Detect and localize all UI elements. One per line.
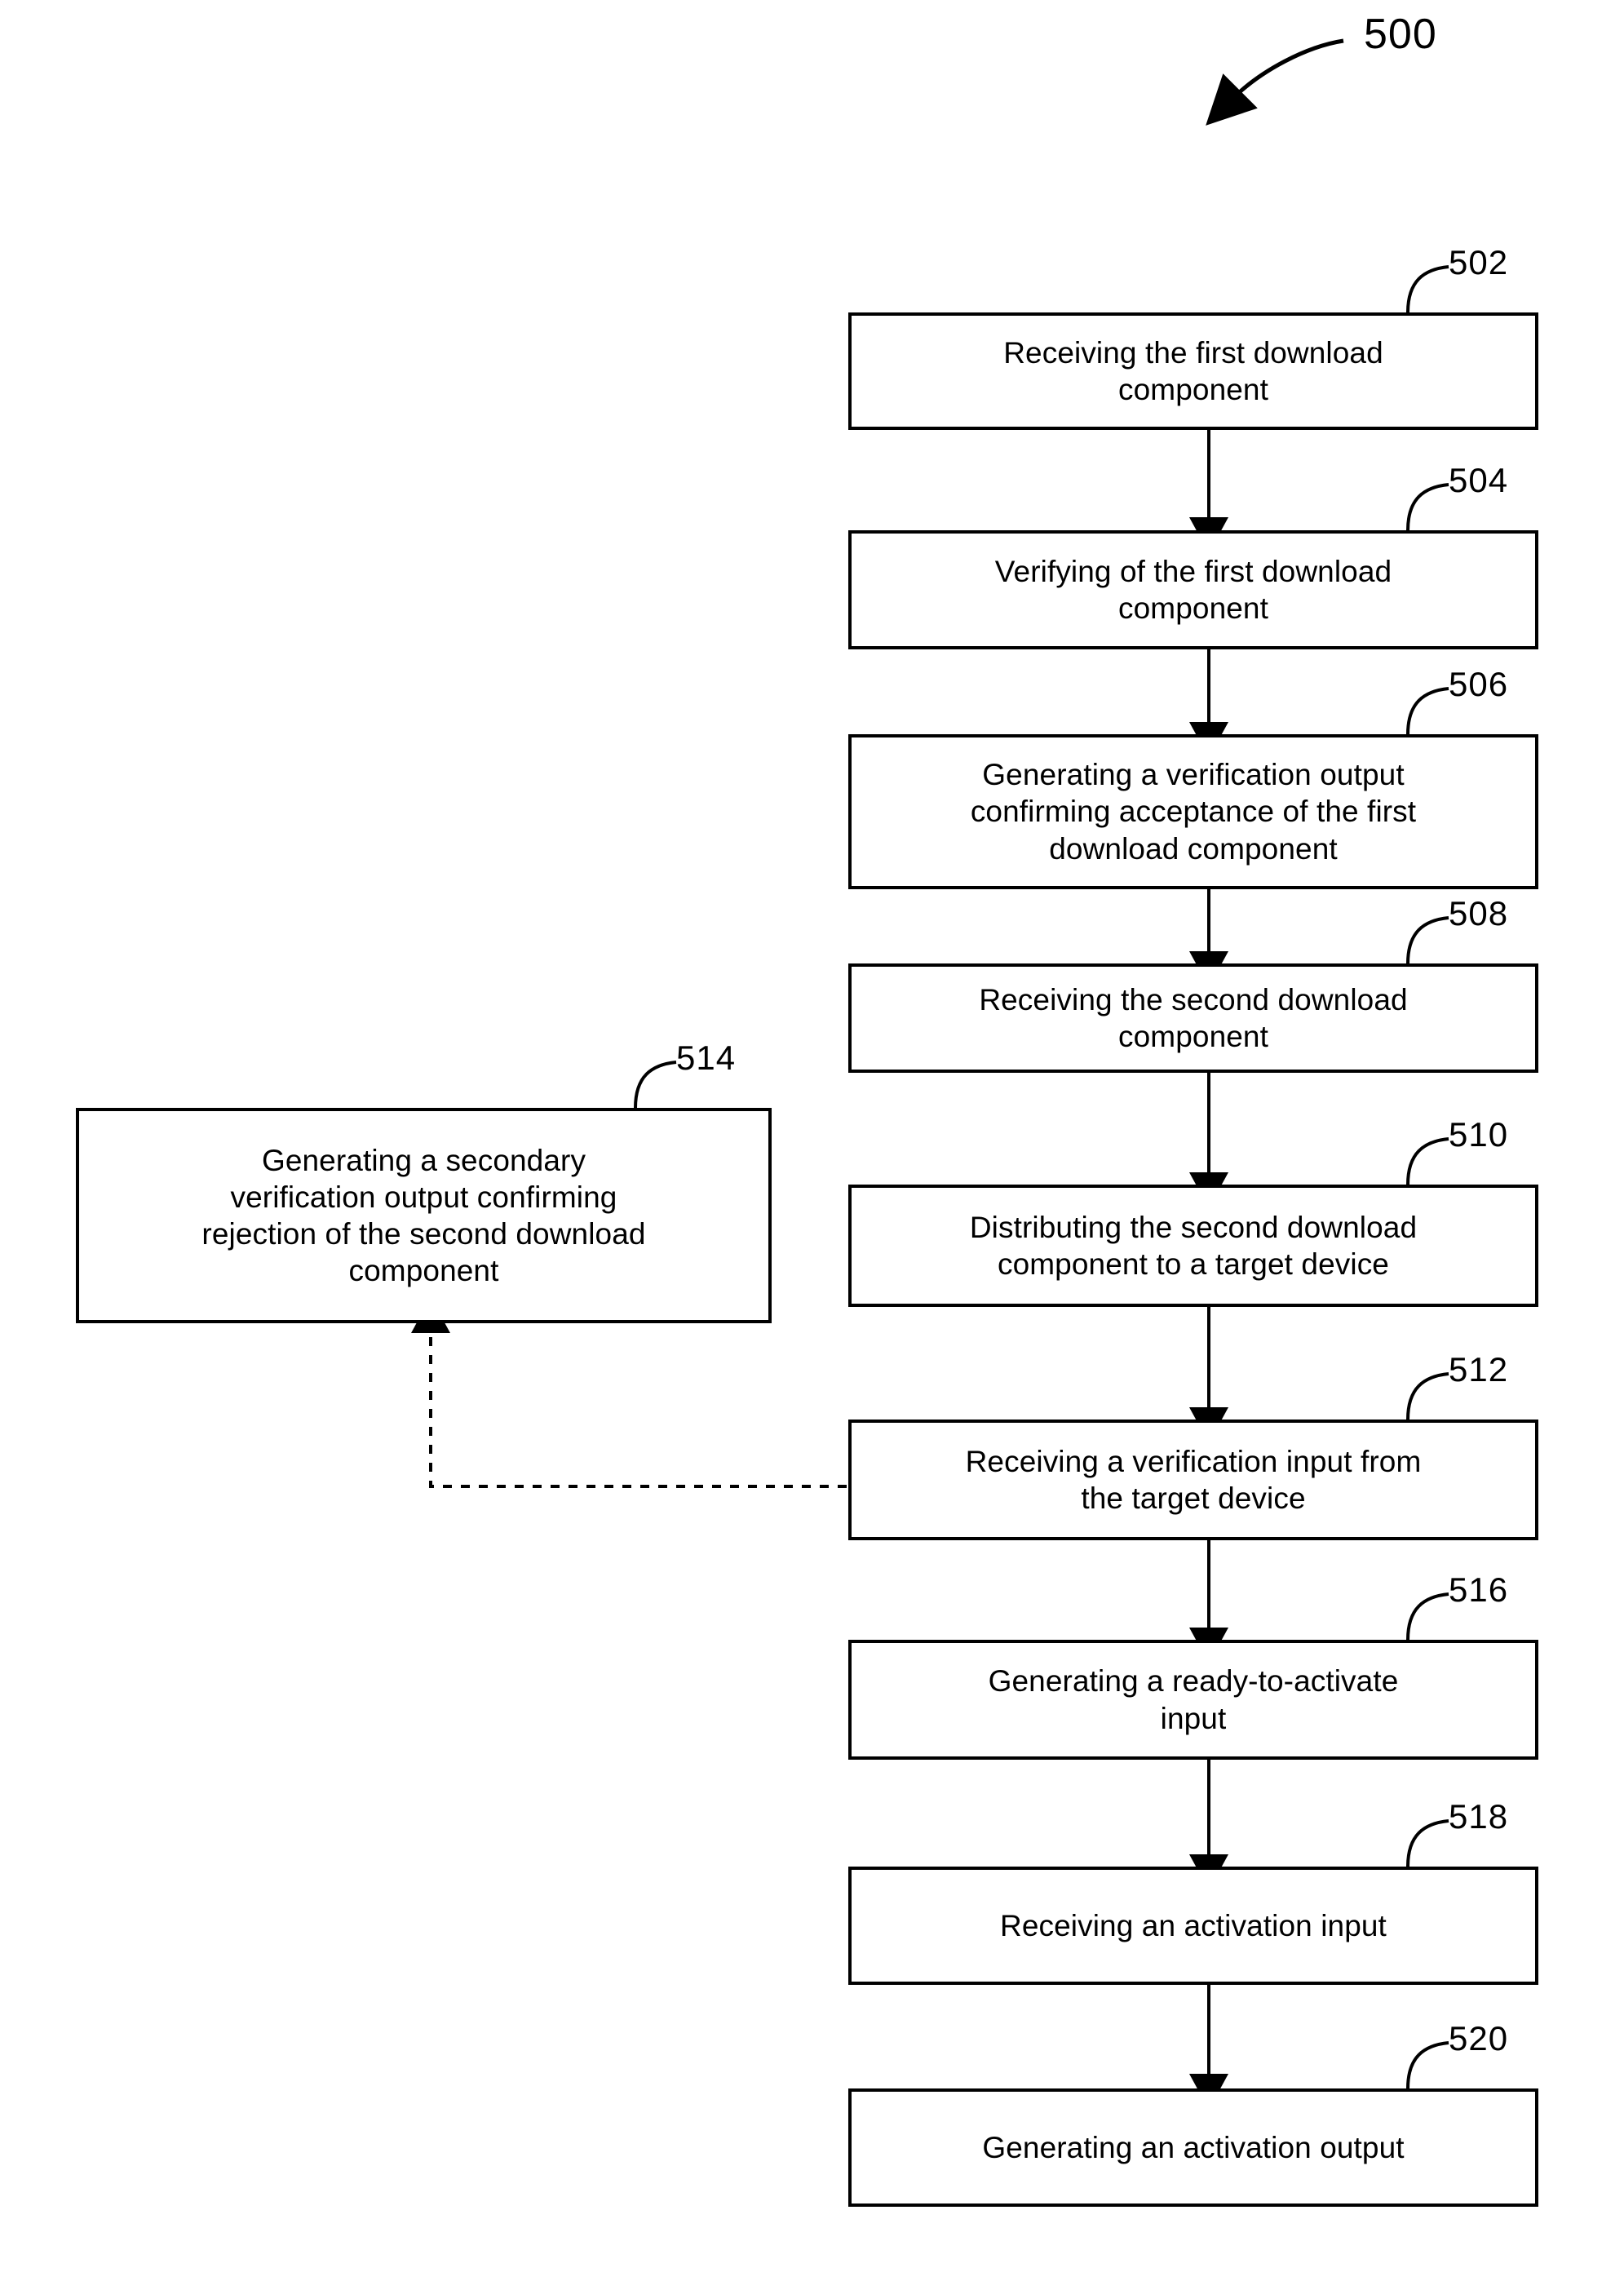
reference-label-512: 512 bbox=[1449, 1350, 1509, 1389]
patent-figure-500: 500 Receiving the first download compone… bbox=[0, 0, 1624, 2281]
process-node-512[interactable]: Receiving a verification input from the … bbox=[848, 1420, 1538, 1540]
process-node-502[interactable]: Receiving the first download component bbox=[848, 312, 1538, 430]
process-node-516[interactable]: Generating a ready-to-activate input bbox=[848, 1640, 1538, 1760]
reference-label-520: 520 bbox=[1449, 2019, 1509, 2057]
reference-label-506: 506 bbox=[1449, 665, 1509, 703]
figure-number-leader bbox=[1206, 38, 1344, 126]
reference-label-514: 514 bbox=[676, 1039, 737, 1077]
process-node-504[interactable]: Verifying of the first download componen… bbox=[848, 530, 1538, 649]
process-node-520[interactable]: Generating an activation output bbox=[848, 2088, 1538, 2207]
reference-label-510: 510 bbox=[1449, 1115, 1509, 1154]
reference-label-508: 508 bbox=[1449, 894, 1509, 932]
reference-label-518: 518 bbox=[1449, 1797, 1509, 1836]
figure-number: 500 bbox=[1364, 11, 1437, 58]
process-node-514[interactable]: Generating a secondary verification outp… bbox=[76, 1108, 772, 1323]
process-node-508[interactable]: Receiving the second download component bbox=[848, 963, 1538, 1073]
feedback-connector-512-to-514 bbox=[411, 1297, 847, 1488]
reference-label-502: 502 bbox=[1449, 243, 1509, 281]
process-node-510[interactable]: Distributing the second download compone… bbox=[848, 1185, 1538, 1307]
reference-label-504: 504 bbox=[1449, 461, 1509, 499]
process-node-506[interactable]: Generating a verification output confirm… bbox=[848, 734, 1538, 889]
process-node-518[interactable]: Receiving an activation input bbox=[848, 1867, 1538, 1985]
reference-label-516: 516 bbox=[1449, 1570, 1509, 1609]
